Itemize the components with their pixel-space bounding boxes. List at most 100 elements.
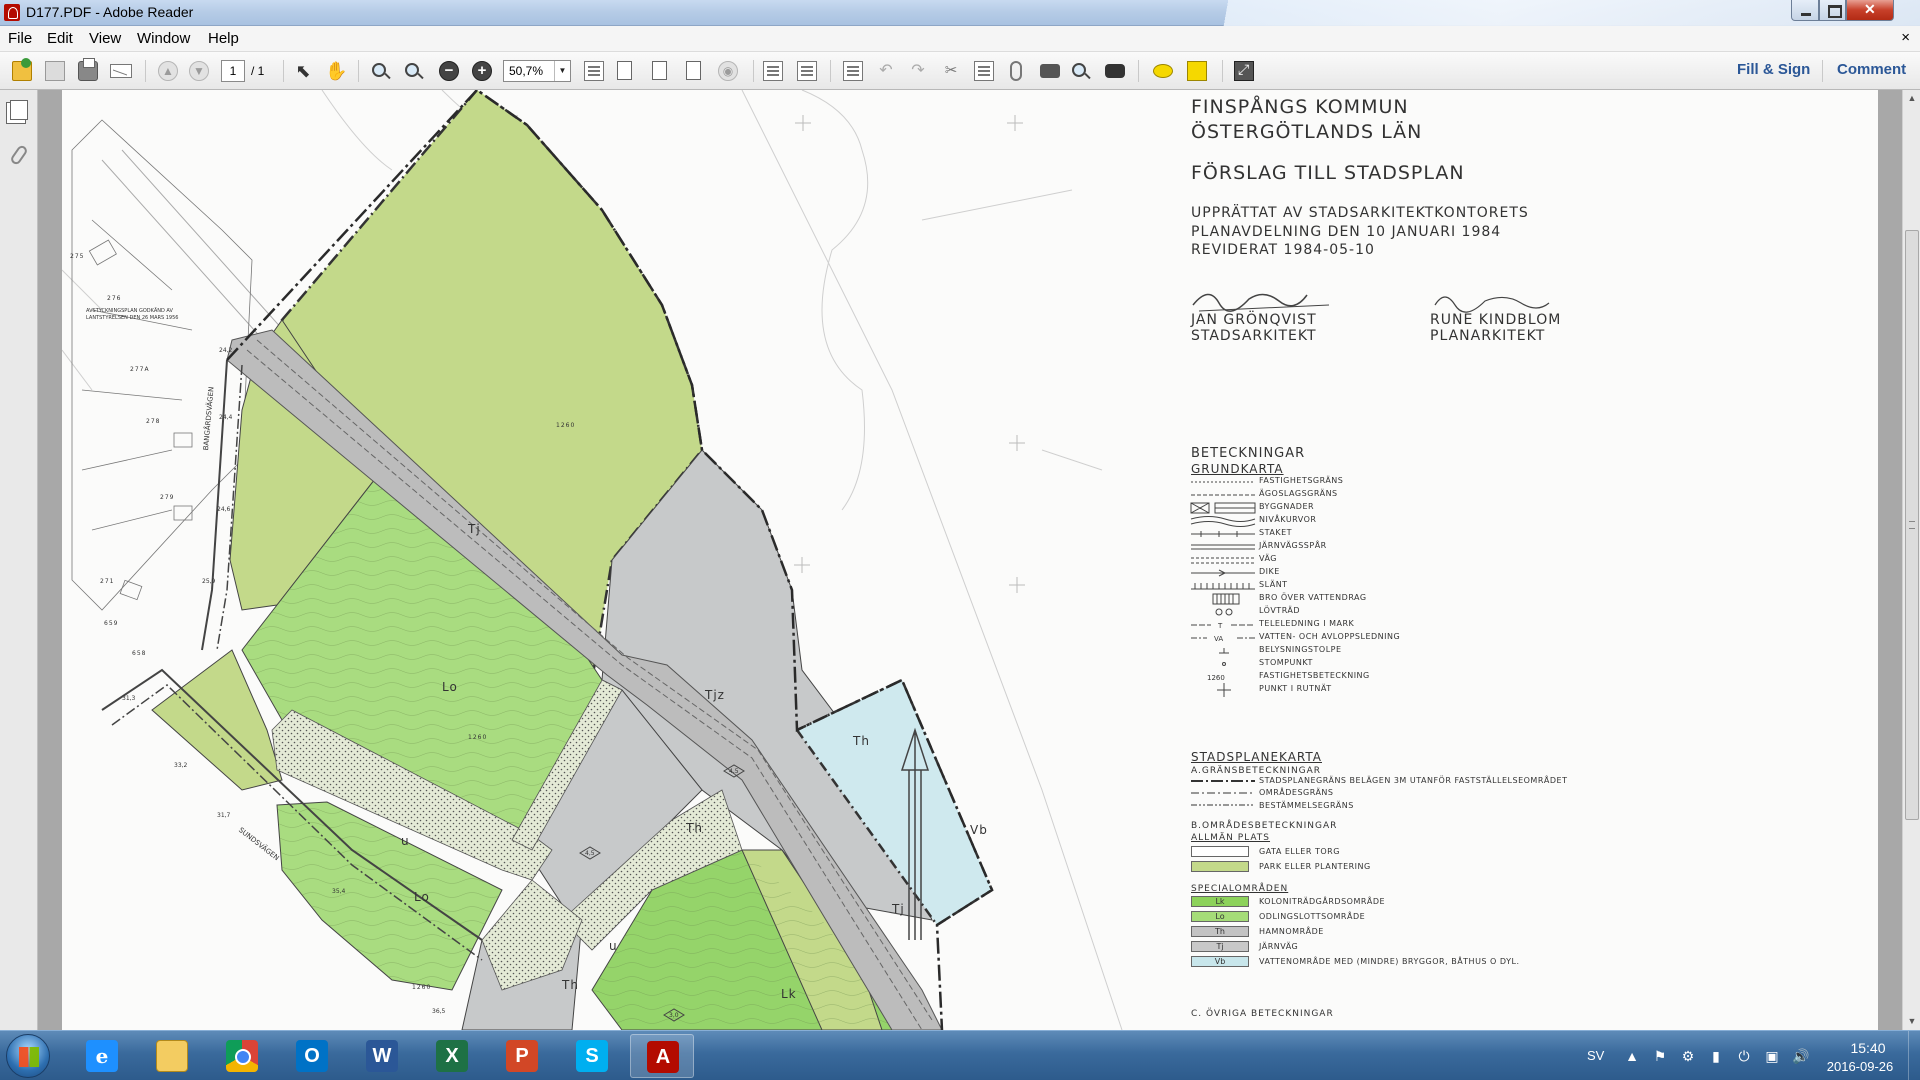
taskbar-chrome[interactable] xyxy=(210,1034,274,1078)
scrollbar-thumb[interactable] xyxy=(1905,230,1919,820)
map-label-u: u xyxy=(609,939,618,953)
snapshot-icon[interactable] xyxy=(1040,64,1060,78)
menu-edit[interactable]: Edit xyxy=(47,30,73,47)
text-recognition-icon[interactable] xyxy=(843,61,863,81)
zoom-out-icon[interactable]: − xyxy=(439,61,459,81)
split-view-icon[interactable] xyxy=(763,61,783,81)
close-button[interactable] xyxy=(1846,0,1894,21)
taskbar-powerpoint[interactable]: P xyxy=(490,1034,554,1078)
document-close-icon[interactable]: × xyxy=(1901,29,1910,46)
scroll-up-icon[interactable]: ▲ xyxy=(1903,90,1920,107)
toolbar-separator xyxy=(145,60,146,82)
volume-icon[interactable]: 🔊 xyxy=(1792,1048,1809,1064)
toolbar-separator xyxy=(1138,60,1139,82)
undo-icon[interactable]: ↶ xyxy=(876,61,896,81)
maximize-button[interactable] xyxy=(1819,0,1846,21)
lot-number: 275 xyxy=(70,253,85,260)
highlight-text-icon[interactable] xyxy=(1187,61,1207,81)
select-tool-icon[interactable]: ⬉ xyxy=(293,61,313,81)
clock-time[interactable]: 15:40 xyxy=(1837,1040,1899,1056)
save-icon[interactable] xyxy=(45,61,65,81)
network-icon[interactable]: ▣ xyxy=(1764,1048,1780,1064)
zoom-select[interactable]: 50,7% ▼ xyxy=(503,60,571,82)
legend-swatch: Lk xyxy=(1191,896,1249,907)
menu-view[interactable]: View xyxy=(89,30,121,47)
next-page-icon[interactable]: ▼ xyxy=(189,61,209,81)
elevation-number: 31,3 xyxy=(122,695,136,702)
show-hidden-icons-icon[interactable]: ▲ xyxy=(1624,1048,1640,1064)
internet-explorer-icon: e xyxy=(86,1040,118,1072)
zoom-in-icon[interactable]: + xyxy=(472,61,492,81)
single-page-icon[interactable] xyxy=(686,61,701,80)
vertical-scrollbar[interactable]: ▲ ▼ xyxy=(1902,90,1920,1030)
advanced-search-icon[interactable] xyxy=(1105,64,1125,78)
chevron-down-icon[interactable]: ▼ xyxy=(554,61,570,81)
fit-width-icon[interactable] xyxy=(652,61,667,80)
menu-file[interactable]: File xyxy=(8,30,32,47)
taskbar-internet-explorer[interactable]: e xyxy=(70,1034,134,1078)
acrobat-icon[interactable] xyxy=(4,4,20,21)
action-center-flag-icon[interactable]: ⚑ xyxy=(1652,1048,1668,1064)
legend-symbol xyxy=(1191,531,1255,537)
taskbar-outlook[interactable]: O xyxy=(280,1034,344,1078)
full-screen-icon[interactable] xyxy=(797,61,817,81)
battery-icon[interactable]: ▮ xyxy=(1708,1048,1724,1064)
paste-icon[interactable] xyxy=(1010,61,1022,81)
minimize-button[interactable] xyxy=(1791,0,1819,21)
scroll-down-icon[interactable]: ▼ xyxy=(1903,1013,1920,1030)
title-bar: D177.PDF - Adobe Reader xyxy=(0,0,1920,26)
expand-icon[interactable] xyxy=(1234,61,1254,81)
cut-icon[interactable]: ✂ xyxy=(941,61,961,81)
menu-window[interactable]: Window xyxy=(137,30,190,47)
clock-date[interactable]: 2016-09-26 xyxy=(1814,1059,1906,1074)
language-indicator[interactable]: SV xyxy=(1587,1048,1604,1063)
map-label-tj: Tj xyxy=(892,902,905,916)
redo-icon[interactable]: ↷ xyxy=(908,61,928,81)
search-icon[interactable] xyxy=(1072,63,1086,77)
actual-size-icon[interactable] xyxy=(584,61,604,81)
marquee-zoom-icon[interactable] xyxy=(372,63,386,77)
taskbar-excel[interactable]: X xyxy=(420,1034,484,1078)
swatch-park xyxy=(1191,861,1249,872)
copy-icon[interactable] xyxy=(974,61,994,81)
previous-page-icon[interactable]: ▲ xyxy=(158,61,178,81)
attachments-icon[interactable] xyxy=(9,143,29,167)
page-number-input[interactable]: 1 xyxy=(221,60,245,82)
fill-sign-button[interactable]: Fill & Sign xyxy=(1737,61,1810,78)
legend-subheading: SPECIALOMRÅDEN xyxy=(1191,884,1289,894)
comment-button[interactable]: Comment xyxy=(1837,61,1906,78)
map-label-lo: Lo xyxy=(442,680,458,694)
county-name: ÖSTERGÖTLANDS LÄN xyxy=(1191,121,1423,143)
legend-symbol xyxy=(1219,648,1229,654)
legend-item: ÄGOSLAGSGRÄNS xyxy=(1259,489,1338,498)
taskbar-word[interactable]: W xyxy=(350,1034,414,1078)
parcel-number: 1260 xyxy=(412,984,432,991)
legend-symbol xyxy=(1217,683,1231,697)
taskbar-skype[interactable]: S xyxy=(560,1034,624,1078)
print-icon[interactable] xyxy=(78,58,98,81)
taskbar-acrobat[interactable]: A xyxy=(630,1034,694,1078)
settings-gear-icon[interactable]: ⚙ xyxy=(1680,1048,1696,1064)
taskbar-file-explorer[interactable] xyxy=(140,1034,204,1078)
sticky-note-icon[interactable] xyxy=(1153,64,1173,78)
read-mode-icon[interactable]: ◉ xyxy=(718,61,738,81)
legend-symbol-text: VA xyxy=(1214,635,1223,643)
email-icon[interactable] xyxy=(110,64,132,78)
legend-symbols: T VA 1260 xyxy=(1190,481,1256,697)
fit-page-icon[interactable] xyxy=(617,61,632,80)
menu-help[interactable]: Help xyxy=(208,30,239,47)
toolbar-separator xyxy=(830,60,831,82)
power-plug-icon[interactable]: ⏻ xyxy=(1736,1048,1752,1064)
map-label-th: Th xyxy=(686,821,703,835)
open-icon[interactable] xyxy=(12,58,32,81)
map-label-tj: Tj xyxy=(468,522,481,536)
document-viewport[interactable]: Tj Tjz Tj Th Th Th Lo Lo Lk Vb u u 1260 … xyxy=(38,90,1902,1030)
start-button[interactable] xyxy=(6,1034,50,1078)
map-label-th: Th xyxy=(853,734,870,748)
page-thumbnails-icon[interactable] xyxy=(10,100,28,120)
toolbar-separator xyxy=(283,60,284,82)
dynamic-zoom-icon[interactable] xyxy=(405,63,419,77)
hand-tool-icon[interactable]: ✋ xyxy=(325,61,347,81)
show-desktop-button[interactable] xyxy=(1908,1031,1920,1080)
prepared-line: PLANAVDELNING DEN 10 JANUARI 1984 xyxy=(1191,224,1502,240)
